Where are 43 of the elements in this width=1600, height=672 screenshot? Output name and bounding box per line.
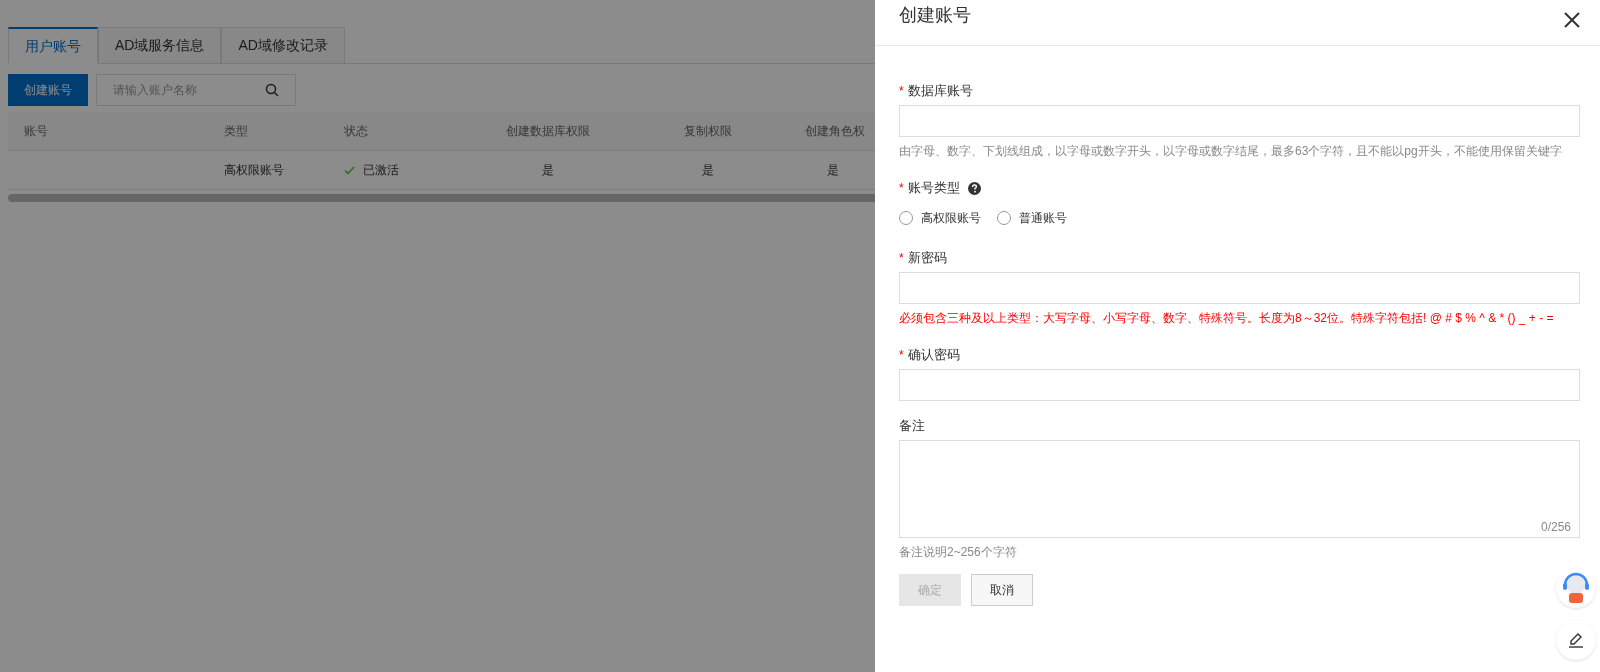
- field-label: 确认密码: [907, 346, 960, 365]
- hint-text: 必须包含三种及以上类型：大写字母、小写字母、数字、特殊符号。长度为8～32位。特殊字符包括! @ # $ % ^ & * () _ + - =: [899, 310, 1555, 326]
- help-icon[interactable]: [967, 181, 981, 195]
- field-label: 备注: [899, 417, 925, 436]
- close-icon[interactable]: [1564, 12, 1580, 28]
- character-counter: 0/256: [1540, 519, 1571, 536]
- required-mark: *: [899, 347, 904, 364]
- table-cell-text: 是: [541, 162, 555, 179]
- input-field[interactable]: [899, 105, 1580, 137]
- tab[interactable]: 用户账号: [8, 27, 98, 64]
- status-text: 已激活: [363, 162, 399, 179]
- table-cell-text: 高权限账号: [224, 162, 285, 179]
- field-label: 账号类型: [907, 179, 960, 198]
- cancel-button[interactable]: 取消: [971, 574, 1033, 606]
- column-header: 类型: [224, 123, 249, 140]
- password-field[interactable]: [899, 272, 1580, 304]
- edit-icon[interactable]: [1556, 620, 1596, 660]
- check-icon: [344, 165, 355, 175]
- radio-option[interactable]: 普通账号: [997, 209, 1067, 227]
- table-cell-text: 是: [826, 162, 840, 179]
- textarea-field[interactable]: 0/256: [899, 440, 1580, 538]
- hint-text: 备注说明2~256个字符: [899, 544, 1018, 560]
- create-account-button[interactable]: 创建账号: [8, 74, 88, 106]
- column-header: 创建数据库权限: [505, 123, 591, 140]
- field-label: 数据库账号: [907, 82, 973, 101]
- modal-overlay[interactable]: [0, 0, 875, 672]
- tab[interactable]: AD域修改记录: [221, 27, 345, 64]
- column-header: 创建角色权: [804, 123, 866, 140]
- required-mark: *: [899, 180, 904, 197]
- radio-option[interactable]: 高权限账号: [899, 209, 981, 227]
- table-cell-text: 是: [701, 162, 715, 179]
- hint-text: 由字母、数字、下划线组成，以字母或数字开头，以字母或数字结尾，最多63个字符，且不能以pg开头，不能使用保留关键字: [899, 143, 1563, 159]
- column-header: 账号: [23, 123, 49, 140]
- search-icon: [265, 83, 279, 97]
- column-header: 复制权限: [683, 123, 733, 140]
- password-field[interactable]: [899, 369, 1580, 401]
- required-mark: *: [899, 83, 904, 100]
- assistant-avatar-icon[interactable]: [1556, 568, 1596, 608]
- column-header: 状态: [344, 123, 369, 140]
- tab[interactable]: AD域服务信息: [98, 27, 222, 64]
- drawer-title: 创建账号: [899, 4, 971, 27]
- required-mark: *: [899, 250, 904, 267]
- field-label: 新密码: [907, 249, 947, 268]
